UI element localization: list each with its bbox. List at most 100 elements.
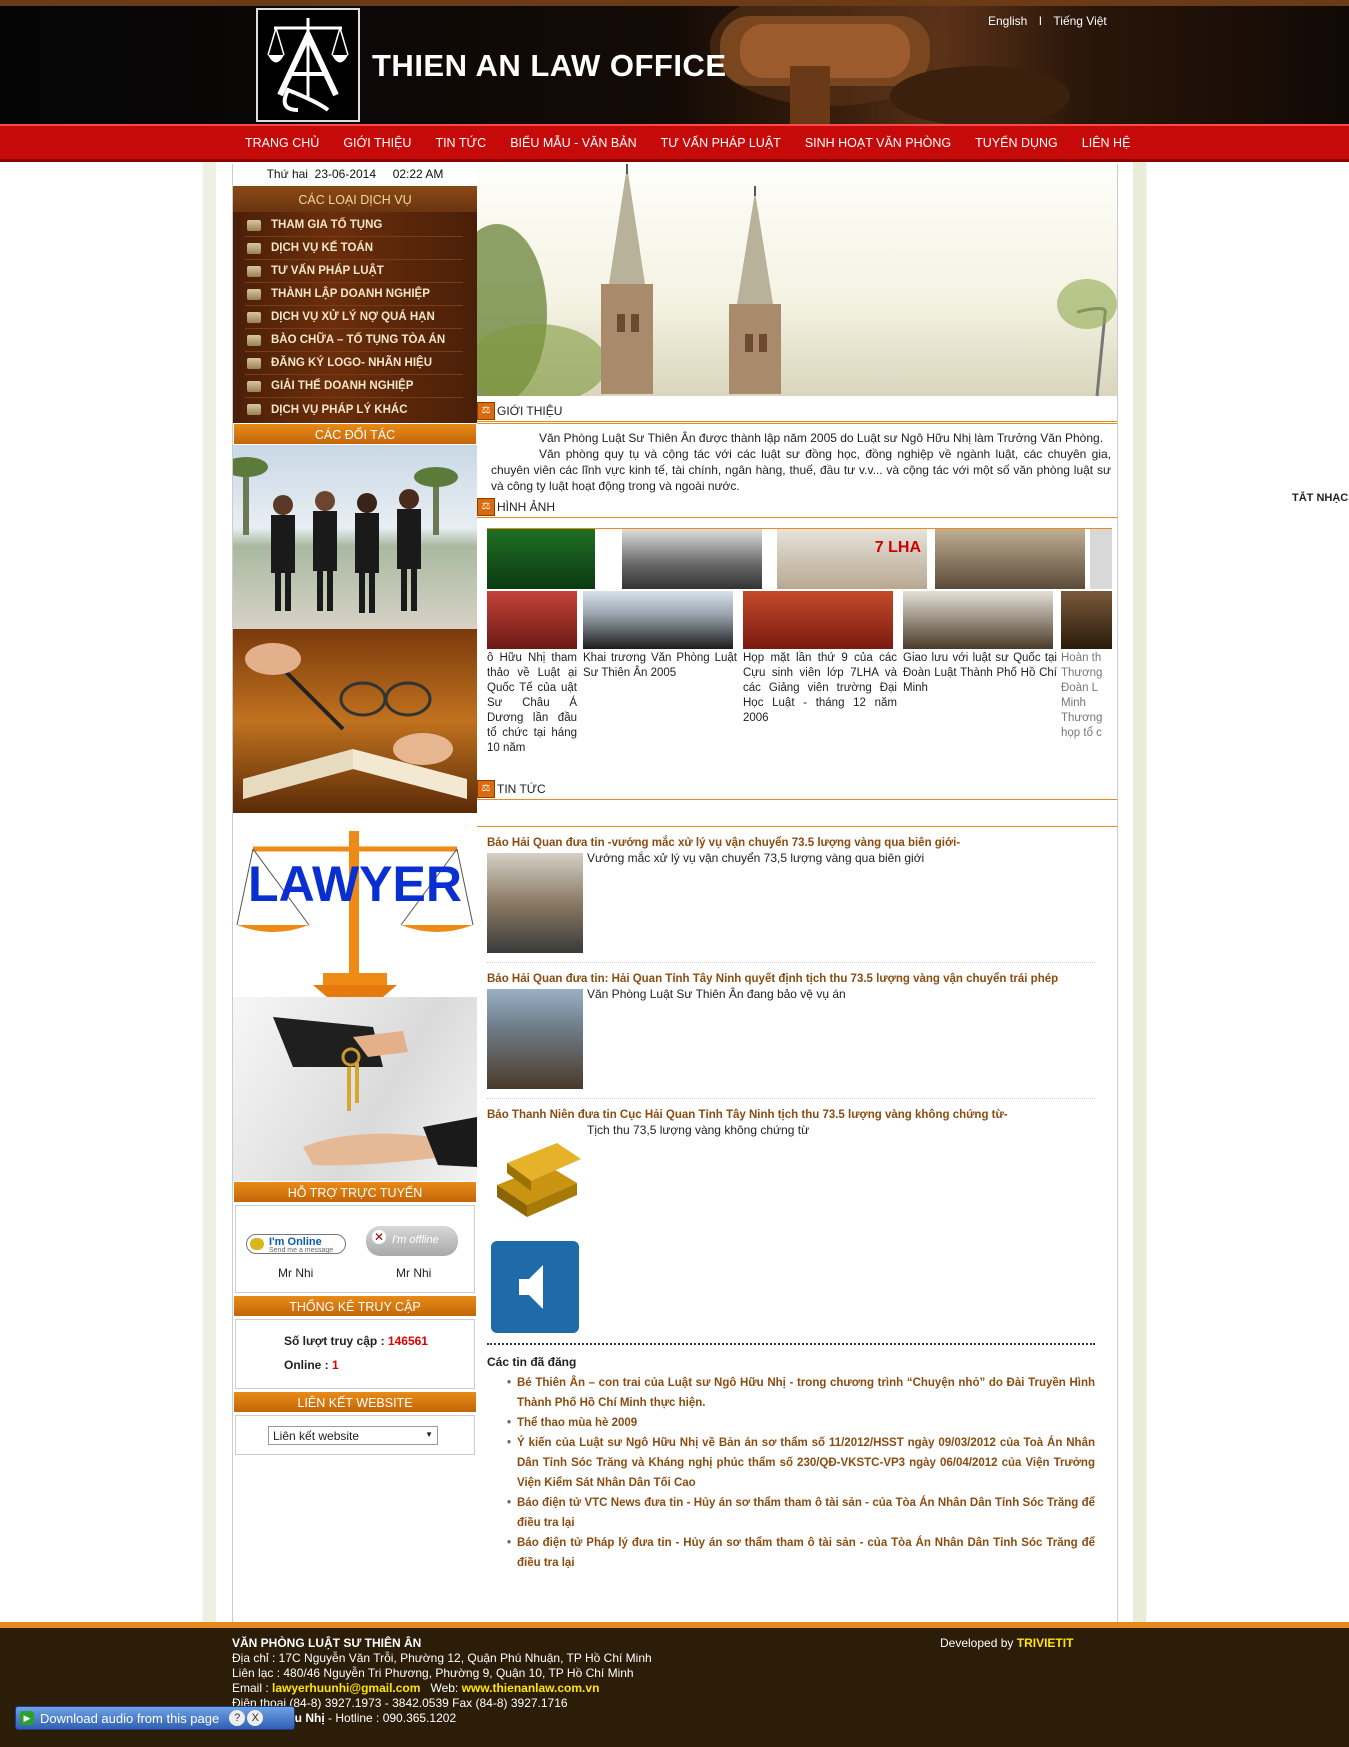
help-icon[interactable]: ? — [229, 1710, 246, 1726]
gallery-photo-5[interactable] — [1061, 591, 1112, 649]
service-item[interactable]: TƯ VẤN PHÁP LUẬT — [245, 260, 463, 283]
audio-player-widget[interactable] — [491, 1241, 579, 1333]
section-logo-icon: ⚖ — [477, 401, 495, 420]
news-item: Báo Hải Quan đưa tin: Hải Quan Tỉnh Tây … — [487, 963, 1095, 1099]
messenger-icon — [250, 1238, 264, 1250]
gallery-heading: ⚖ HÌNH ẢNH — [477, 496, 1117, 518]
services-menu: THAM GIA TỐ TỤNG DỊCH VỤ KẾ TOÁN TƯ VẤN … — [233, 212, 477, 423]
older-news-link[interactable]: Thể thao mùa hè 2009 — [507, 1413, 1095, 1433]
service-label: GIẢI THỂ DOANH NGHIỆP — [271, 380, 414, 392]
offline-x-icon: ✕ — [372, 1230, 386, 1244]
chevron-down-icon: ▼ — [425, 1430, 433, 1439]
gallery-thumb-top[interactable] — [935, 529, 1085, 589]
status-offline-label: I'm offline — [392, 1234, 439, 1246]
gallery-caption-5[interactable]: Hoàn th Thương Đoàn L Minh Thương họp tổ… — [1061, 651, 1112, 741]
gallery-thumb-top[interactable]: 7 LHA — [777, 529, 927, 589]
footer-hotline: - Hotline : 090.365.1202 — [324, 1711, 457, 1725]
site-title: THIEN AN LAW OFFICE — [372, 48, 727, 83]
close-icon[interactable]: X — [247, 1710, 264, 1726]
service-label: BÀO CHỮA – TỐ TỤNG TÒA ÁN — [271, 334, 446, 346]
service-item[interactable]: DỊCH VỤ XỬ LÝ NỢ QUÁ HẠN — [245, 306, 463, 329]
online-support-box: I'm Online Send me a message ✕ I'm offli… — [235, 1205, 475, 1293]
service-label: ĐĂNG KÝ LOGO- NHÃN HIỆU — [271, 357, 432, 369]
web-links-select[interactable]: Liên kết website ▼ — [268, 1426, 438, 1445]
day-label: Thứ hai — [266, 167, 308, 181]
footer-web-link[interactable]: www.thienanlaw.com.vn — [462, 1681, 600, 1695]
gallery-photo-2[interactable] — [583, 591, 733, 649]
older-news-link[interactable]: Bé Thiên Ân – con trai của Luật sư Ngô H… — [507, 1373, 1095, 1413]
nav-forms[interactable]: BIỂU MẪU - VĂN BẢN — [498, 136, 648, 150]
footer-email-web: Email : lawyerhuunhi@gmail.com Web: www.… — [232, 1681, 652, 1696]
bullet-icon — [247, 334, 261, 346]
footer-email-link[interactable]: lawyerhuunhi@gmail.com — [272, 1681, 420, 1695]
status-offline-button[interactable]: ✕ I'm offline — [366, 1226, 458, 1256]
nav-news[interactable]: TIN TỨC — [423, 136, 498, 150]
music-off-toggle[interactable]: TẮT NHẠC — [1292, 492, 1348, 504]
footer-address: Địa chỉ : 17C Nguyễn Văn Trỗi, Phường 12… — [232, 1651, 652, 1665]
audio-download-label[interactable]: Download audio from this page — [40, 1711, 219, 1726]
main-content: Thứ hai 23-06-2014 02:22 AM CÁC LOẠI DỊC… — [232, 164, 1118, 1622]
support-name-1: Mr Nhi — [278, 1266, 314, 1280]
web-links-box: Liên kết website ▼ — [235, 1415, 475, 1455]
church-banner-image — [477, 164, 1117, 396]
developer-link[interactable]: TRIVIETIT — [1017, 1636, 1074, 1650]
developed-by-label: Developed by — [940, 1636, 1014, 1650]
older-news-link[interactable]: Báo điện tử Pháp lý đưa tin - Hủy án sơ … — [507, 1533, 1095, 1573]
status-online-button[interactable]: I'm Online Send me a message — [246, 1234, 346, 1254]
news-title[interactable]: Báo Hải Quan đưa tin: Hải Quan Tỉnh Tây … — [487, 973, 1095, 985]
gallery-photo-1[interactable] — [487, 591, 577, 649]
older-news-link[interactable]: Ý kiến của Luật sư Ngô Hữu Nhị về Bản án… — [507, 1433, 1095, 1493]
older-news-heading: Các tin đã đăng — [487, 1355, 577, 1369]
section-logo-icon: ⚖ — [477, 779, 495, 798]
news-title[interactable]: Báo Thanh Niên đưa tin Cục Hải Quan Tỉnh… — [487, 1109, 1095, 1121]
nav-recruitment[interactable]: TUYỂN DỤNG — [963, 136, 1070, 150]
older-news-list: Các tin đã đăng Bé Thiên Ân – con trai c… — [487, 1355, 1095, 1573]
nav-legal-advice[interactable]: TƯ VẤN PHÁP LUẬT — [649, 136, 793, 150]
partner-photo-book[interactable] — [233, 629, 477, 813]
nav-home[interactable]: TRANG CHỦ — [233, 136, 331, 150]
key-handover-image[interactable] — [233, 997, 477, 1181]
visit-stats-heading: THỐNG KÊ TRUY CẬP — [233, 1295, 477, 1317]
service-item[interactable]: ĐĂNG KÝ LOGO- NHÃN HIỆU — [245, 352, 463, 375]
news-thumbnail[interactable] — [487, 989, 583, 1089]
service-item[interactable]: DỊCH VỤ KẾ TOÁN — [245, 237, 463, 260]
gallery-thumb-top[interactable] — [622, 529, 762, 589]
news-title[interactable]: Báo Hải Quan đưa tin -vướng mắc xử lý vụ… — [487, 837, 1095, 849]
intro-paragraph-2: Văn phòng quy tụ và cộng tác với các luậ… — [491, 447, 1111, 493]
lang-english-link[interactable]: English — [988, 14, 1027, 28]
older-news-link[interactable]: Báo điện tử VTC News đưa tin - Hủy án sơ… — [507, 1493, 1095, 1533]
section-logo-icon: ⚖ — [477, 497, 495, 516]
lang-separator: I — [1038, 14, 1043, 28]
services-heading: CÁC LOẠI DỊCH VỤ — [233, 186, 477, 212]
nav-contact[interactable]: LIÊN HỆ — [1070, 136, 1143, 150]
gallery-caption-1[interactable]: ô Hữu Nhị tham thảo về Luật ại Quốc Tế c… — [487, 651, 577, 756]
nav-office-activities[interactable]: SINH HOẠT VĂN PHÒNG — [793, 136, 963, 150]
nav-about[interactable]: GIỚI THIỆU — [331, 136, 423, 150]
support-name-2: Mr Nhi — [396, 1266, 432, 1280]
law-office-logo[interactable] — [256, 8, 360, 122]
service-item[interactable]: GIẢI THỂ DOANH NGHIỆP — [245, 375, 463, 398]
gallery-caption-3[interactable]: Họp mặt lần thứ 9 của các Cựu sinh viên … — [743, 651, 897, 726]
gallery-thumb-top[interactable] — [487, 529, 595, 589]
news-thumbnail[interactable] — [487, 853, 583, 953]
news-description: Vướng mắc xử lý vụ vận chuyển 73,5 lượng… — [587, 851, 925, 865]
gallery-caption-4[interactable]: Giao lưu với luật sư Quốc tại Đoàn Luật … — [903, 651, 1057, 696]
speaker-icon — [519, 1265, 543, 1309]
gallery-photo-4[interactable] — [903, 591, 1053, 649]
gallery-caption-2[interactable]: Khai trương Văn Phòng Luật Sư Thiên Ân 2… — [583, 651, 737, 681]
audio-download-bar[interactable]: ▶ Download audio from this page ? X — [15, 1706, 295, 1730]
service-item[interactable]: BÀO CHỮA – TỐ TỤNG TÒA ÁN — [245, 329, 463, 352]
online-row: Online : 1 — [284, 1358, 339, 1372]
play-icon: ▶ — [20, 1711, 34, 1725]
partner-photo-businesswomen[interactable] — [233, 445, 477, 629]
footer-org-name: VĂN PHÒNG LUẬT SƯ THIÊN ÂN — [232, 1636, 422, 1650]
gallery-thumb-top[interactable] — [1090, 529, 1112, 589]
service-item[interactable]: DỊCH VỤ PHÁP LÝ KHÁC — [245, 398, 463, 421]
gallery-photo-3[interactable] — [743, 591, 893, 649]
lawyer-scale-image[interactable]: LAWYER — [233, 813, 477, 997]
news-thumbnail[interactable] — [487, 1125, 583, 1225]
service-item[interactable]: THÀNH LẬP DOANH NGHIỆP — [245, 283, 463, 306]
service-item[interactable]: THAM GIA TỐ TỤNG — [245, 214, 463, 237]
bullet-icon — [247, 265, 261, 277]
lang-vietnamese-link[interactable]: Tiếng Việt — [1053, 14, 1106, 28]
